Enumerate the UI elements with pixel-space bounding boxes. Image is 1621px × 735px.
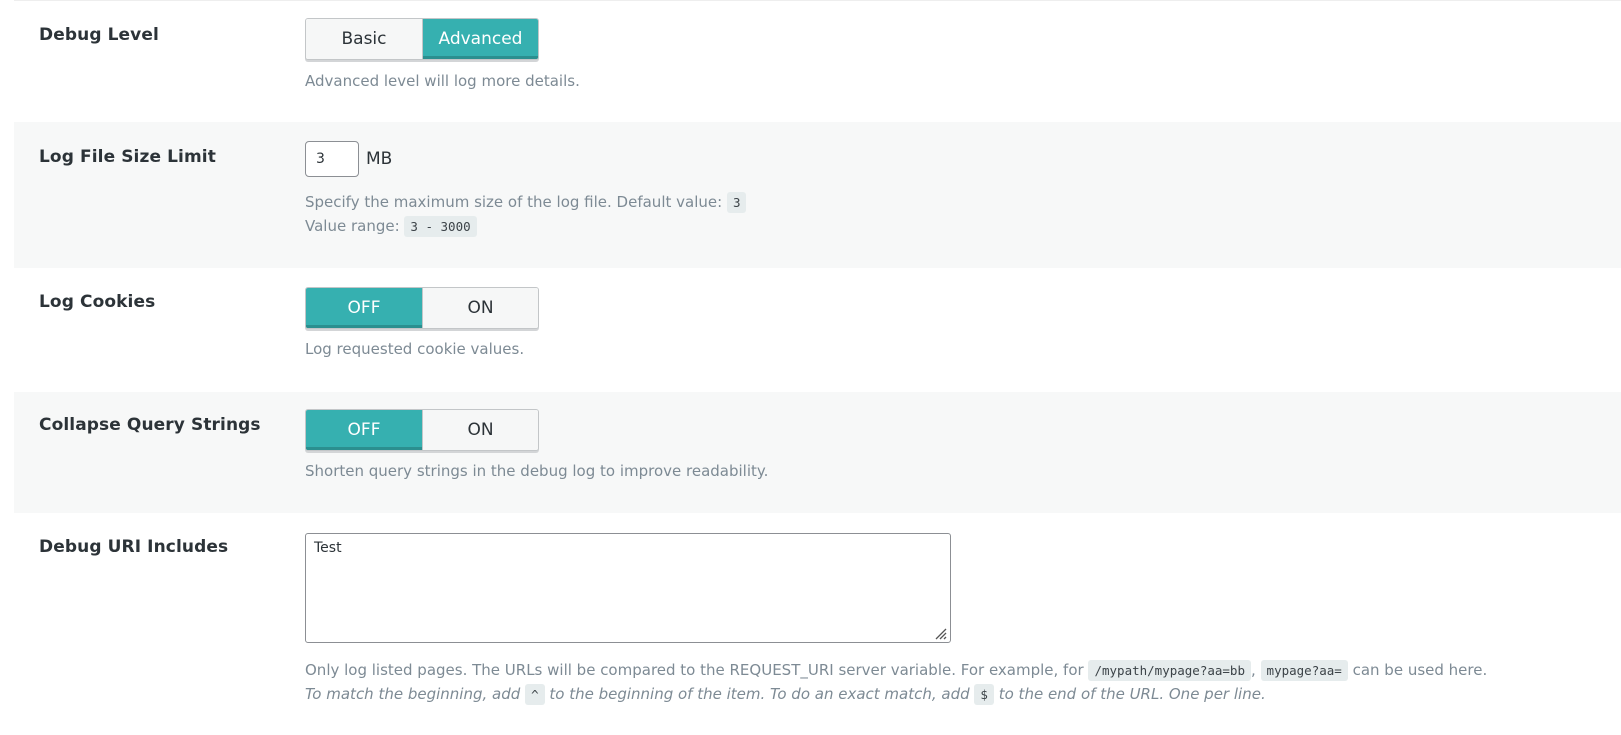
collapse-query-description: Shorten query strings in the debug log t… (305, 462, 769, 480)
debug-uri-desc2-text-b: to the beginning of the item. To do an e… (549, 685, 970, 703)
log-cookies-on-option[interactable]: ON (422, 288, 538, 328)
collapse-query-on-option[interactable]: ON (422, 410, 538, 450)
debug-uri-desc-text-b: can be used here. (1352, 661, 1488, 679)
collapse-query-toggle: OFF ON (305, 409, 539, 451)
collapse-query-row: Collapse Query Strings OFF ON Shorten qu… (14, 392, 1621, 513)
debug-level-advanced-option[interactable]: Advanced (422, 19, 538, 59)
debug-uri-label: Debug URI Includes (39, 537, 229, 557)
log-cookies-description: Log requested cookie values. (305, 340, 525, 358)
debug-uri-comma: , (1250, 661, 1256, 679)
debug-uri-example-1-code: /mypath/mypage?aa=bb (1088, 660, 1251, 681)
collapse-query-off-option[interactable]: OFF (306, 410, 422, 450)
log-cookies-label: Log Cookies (39, 292, 156, 312)
debug-level-basic-option[interactable]: Basic (306, 19, 422, 59)
log-file-size-range: Value range: 3 - 3000 (305, 216, 477, 237)
log-cookies-toggle: OFF ON (305, 287, 539, 329)
collapse-query-label: Collapse Query Strings (39, 415, 261, 435)
log-file-size-description-text: Specify the maximum size of the log file… (305, 193, 723, 211)
debug-level-label: Debug Level (39, 25, 159, 45)
debug-level-row: Debug Level Basic Advanced Advanced leve… (14, 1, 1621, 122)
debug-level-toggle: Basic Advanced (305, 18, 539, 60)
log-file-size-range-label: Value range: (305, 217, 400, 235)
debug-uri-desc2-text-a: To match the beginning, add (305, 685, 521, 703)
log-file-size-input[interactable] (305, 141, 359, 177)
log-file-size-range-code: 3 - 3000 (404, 216, 477, 237)
log-file-size-row: Log File Size Limit MB Specify the maxim… (14, 122, 1621, 268)
debug-uri-example-2-code: mypage?aa= (1260, 660, 1348, 681)
debug-uri-row: Debug URI Includes Test Only log listed … (14, 513, 1621, 735)
log-file-size-description: Specify the maximum size of the log file… (305, 192, 747, 213)
debug-uri-desc-text-a: Only log listed pages. The URLs will be … (305, 661, 1084, 679)
debug-uri-description-line-2: To match the beginning, add ^ to the beg… (305, 684, 1266, 705)
debug-uri-desc2-text-c: to the end of the URL. One per line. (998, 685, 1266, 703)
debug-uri-dollar-code: $ (974, 684, 994, 705)
debug-settings-page: Debug Level Basic Advanced Advanced leve… (0, 0, 1621, 735)
debug-uri-description-line-1: Only log listed pages. The URLs will be … (305, 660, 1488, 681)
log-file-size-unit: MB (366, 149, 393, 169)
log-cookies-row: Log Cookies OFF ON Log requested cookie … (14, 268, 1621, 392)
log-file-size-label: Log File Size Limit (39, 147, 216, 167)
log-file-size-default-code: 3 (726, 192, 747, 213)
debug-uri-caret-code: ^ (525, 684, 545, 705)
resize-grip-icon[interactable] (933, 626, 947, 640)
debug-level-description: Advanced level will log more details. (305, 72, 580, 90)
log-cookies-off-option[interactable]: OFF (306, 288, 422, 328)
debug-uri-textarea[interactable]: Test (305, 533, 951, 643)
